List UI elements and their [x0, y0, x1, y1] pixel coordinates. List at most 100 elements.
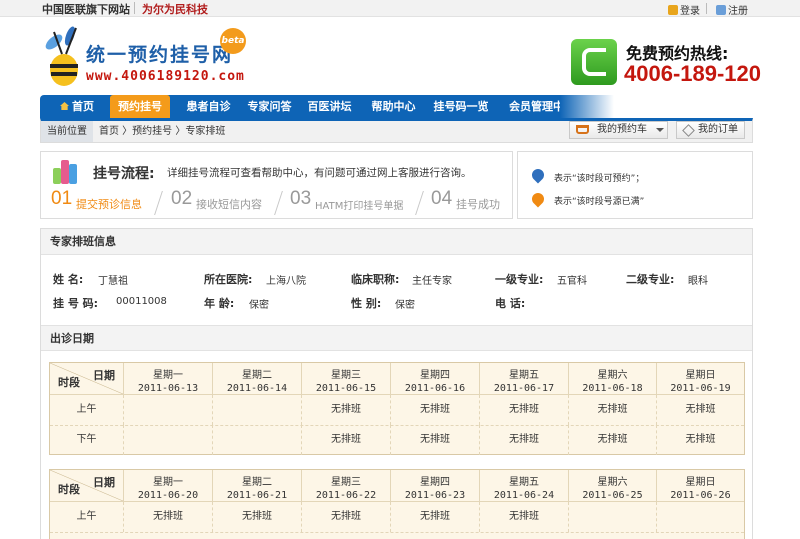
schedule-cell: 无排班 [391, 502, 480, 532]
nav-label: 挂号码一览 [433, 100, 489, 113]
table-corner: 日期 时段 [50, 470, 124, 502]
weekday: 星期日 [685, 477, 716, 488]
date: 2011-06-20 [137, 490, 199, 501]
day-header: 星期六 2011-06-18 [569, 363, 657, 395]
my-orders-button[interactable]: 我的订单 [676, 121, 745, 139]
day-header: 星期一 2011-06-13 [124, 363, 213, 395]
weekday: 星期日 [685, 370, 716, 381]
nav-item-codes[interactable]: 挂号码一览 [428, 95, 494, 118]
step-number: 01 [51, 188, 73, 209]
process-description: 详细挂号流程可查看帮助中心，有问题可通过网上客服进行咨询。 [167, 167, 472, 179]
step-text: HATM打印挂号单据 [315, 201, 404, 212]
nav-item-self-diagnosis[interactable]: 患者自诊 [181, 95, 236, 118]
slogan-text: 为尔为民科技 [142, 3, 208, 16]
schedule-cell [213, 425, 302, 455]
section-header-info: 专家排班信息 [41, 229, 752, 255]
nav-fade [560, 95, 614, 118]
process-steps: 01 提交预诊信息 02 接收短信内容 03 HATM打印挂号单据 04 挂号成… [41, 188, 512, 218]
divider [415, 191, 424, 215]
major2-label: 二级专业: [626, 273, 675, 286]
schedule-cell [213, 395, 302, 425]
bee-logo-icon[interactable] [40, 26, 84, 88]
day-header: 星期二 2011-06-14 [213, 363, 302, 395]
code-label: 挂 号 码: [53, 297, 99, 310]
weekday: 星期四 [420, 477, 450, 488]
phone-label: 电 话: [495, 297, 526, 310]
nav-label: 百医讲坛 [307, 100, 352, 113]
date: 2011-06-26 [670, 490, 731, 501]
code-value: 00011008 [116, 296, 167, 307]
day-header: 星期日 2011-06-19 [657, 363, 744, 395]
schedule-table-week-1: 日期 时段 星期一 2011-06-13 星期二 2011-06-14 星期三 201… [49, 362, 745, 455]
schedule-cell: 无排班 [480, 395, 569, 425]
day-header: 星期三 2011-06-22 [302, 470, 391, 502]
day-header: 星期二 2011-06-21 [213, 470, 302, 502]
weekday: 星期二 [242, 477, 272, 488]
weekday: 星期六 [597, 370, 628, 381]
slot-morning-label: 上午 [50, 395, 124, 425]
divider [134, 2, 135, 14]
date: 2011-06-16 [404, 383, 466, 394]
nav-item-home[interactable]: 首页 [50, 95, 102, 118]
day-header: 星期五 2011-06-17 [480, 363, 569, 395]
gender-value: 保密 [395, 300, 415, 311]
schedule-table-week-2: 日期 时段 星期一 2011-06-20 星期二 2011-06-21 星期三 201… [49, 469, 745, 539]
nav-item-booking[interactable]: 预约挂号 [110, 95, 170, 118]
weekday: 星期二 [242, 370, 272, 381]
step-number: 04 [431, 188, 453, 209]
day-header: 星期日 2011-06-26 [657, 470, 744, 502]
date: 2011-06-24 [493, 490, 555, 501]
logo-title[interactable]: 统一预约挂号网 [86, 40, 233, 67]
nav-item-expert-qa[interactable]: 专家问答 [242, 95, 297, 118]
step-number: 02 [171, 188, 193, 209]
main-nav: 首页 预约挂号 患者自诊 专家问答 百医讲坛 帮助中心 挂号码一览 会员管理中心 [40, 95, 614, 118]
name-label: 姓 名: [53, 273, 84, 286]
nav-label: 帮助中心 [371, 100, 416, 113]
breadcrumb-current-label: 当前位置 [41, 121, 93, 142]
date: 2011-06-17 [493, 383, 555, 394]
row-divider [50, 532, 744, 533]
orders-label: 我的订单 [698, 124, 738, 135]
login-link[interactable]: 登录 [668, 2, 700, 17]
corner-day-label: 日期 [93, 369, 115, 382]
section-header-schedule: 出诊日期 [41, 325, 752, 351]
nav-label: 首页 [72, 100, 94, 113]
day-header: 星期五 2011-06-24 [480, 470, 569, 502]
title-label: 临床职称: [351, 273, 400, 286]
schedule-cell: 无排班 [124, 502, 213, 532]
schedule-cell: 无排班 [302, 502, 391, 532]
nav-item-help[interactable]: 帮助中心 [366, 95, 421, 118]
date: 2011-06-23 [404, 490, 466, 501]
weekday: 星期三 [331, 370, 361, 381]
day-header: 星期四 2011-06-23 [391, 470, 480, 502]
schedule-cell [124, 425, 213, 455]
orange-pin-icon [529, 190, 547, 208]
schedule-cell: 无排班 [213, 502, 302, 532]
breadcrumb-path[interactable]: 首页 〉预约挂号 〉专家排班 [99, 121, 225, 142]
major2-value: 眼科 [688, 276, 708, 287]
nav-label: 预约挂号 [118, 100, 162, 113]
weekday: 星期五 [509, 370, 539, 381]
weekday: 星期一 [153, 477, 183, 488]
corner-slot-label: 时段 [58, 376, 80, 389]
register-label: 注册 [728, 6, 748, 17]
nav-item-lectures[interactable]: 百医讲坛 [302, 95, 357, 118]
weekday: 星期四 [420, 370, 450, 381]
corner-day-label: 日期 [93, 476, 115, 489]
step-text: 提交预诊信息 [76, 198, 142, 211]
logo-url[interactable]: www.4006189120.com [86, 69, 245, 84]
divider [154, 191, 163, 215]
legend-full: 表示“该时段号源已满” [554, 197, 645, 207]
blue-pin-icon [529, 166, 547, 184]
register-link[interactable]: 注册 [716, 2, 748, 17]
day-header: 星期一 2011-06-20 [124, 470, 213, 502]
schedule-cell: 无排班 [480, 425, 569, 455]
beta-badge: beta [220, 28, 246, 54]
day-header: 星期三 2011-06-15 [302, 363, 391, 395]
tag-icon [682, 124, 695, 137]
nav-label: 专家问答 [247, 100, 292, 113]
schedule-cell [569, 502, 657, 532]
day-header: 星期四 2011-06-16 [391, 363, 480, 395]
my-cart-button[interactable]: 我的预约车 [569, 121, 668, 139]
availability-legend: 表示“该时段可预约”； 表示“该时段号源已满” [517, 151, 753, 219]
